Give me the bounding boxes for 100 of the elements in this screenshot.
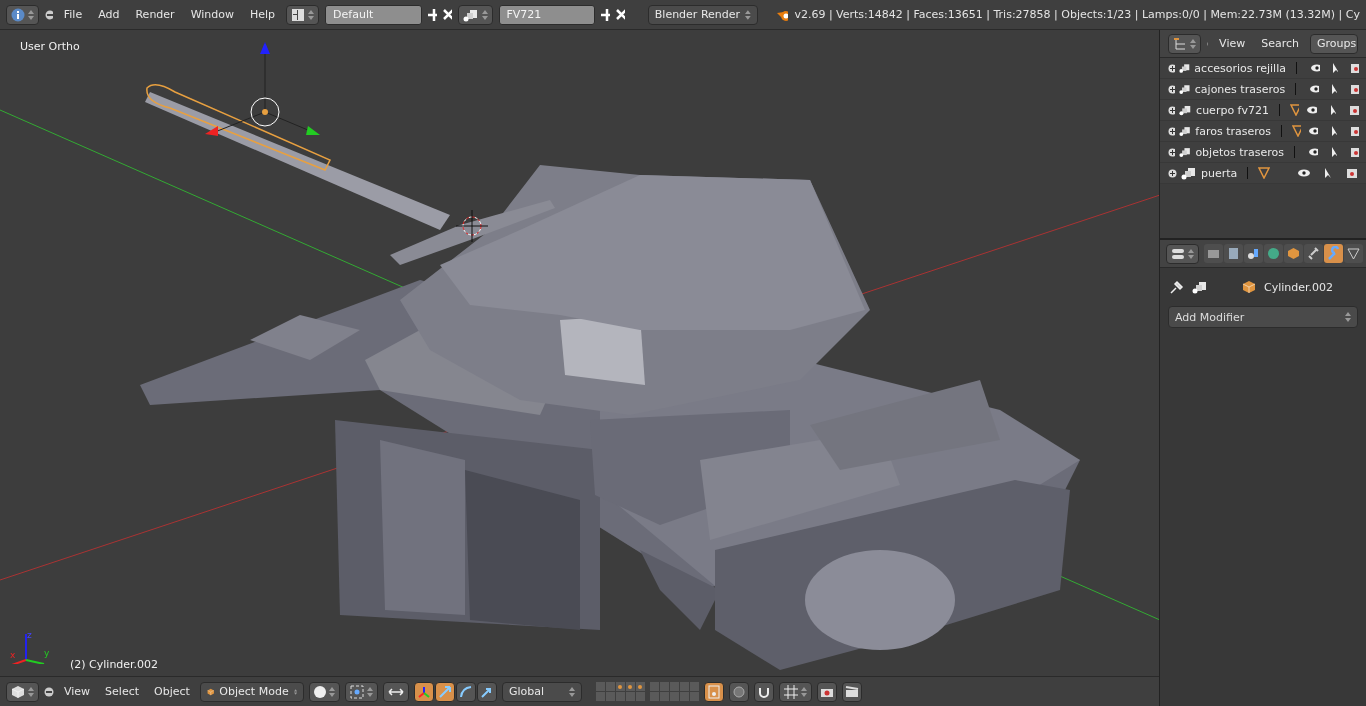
menu-item[interactable]: Select <box>100 685 145 698</box>
manipulate-center-button[interactable] <box>382 681 409 702</box>
menu-item[interactable]: Add <box>93 8 125 21</box>
cursor-icon[interactable] <box>1330 125 1337 137</box>
layer-toggle[interactable] <box>659 682 669 691</box>
render-image-button[interactable] <box>816 681 837 702</box>
object-group-icon <box>1179 103 1193 117</box>
properties-tab[interactable] <box>1284 244 1303 263</box>
proportional-edit-button[interactable] <box>728 681 749 702</box>
properties-tab[interactable] <box>1264 244 1283 263</box>
mesh-triangle-icon <box>1258 167 1271 179</box>
layer-toggle[interactable] <box>659 692 669 701</box>
properties-tab[interactable] <box>1224 244 1243 263</box>
layer-toggle[interactable] <box>649 682 659 691</box>
manipulator-toggle[interactable] <box>413 681 434 702</box>
object-group-icon <box>1181 166 1197 180</box>
editor-type-button[interactable] <box>6 681 39 702</box>
render-engine-dropdown[interactable]: Blender Render <box>647 4 758 25</box>
menu-item[interactable]: View <box>59 685 96 698</box>
menu-item[interactable]: Search <box>1256 37 1304 50</box>
eye-icon[interactable] <box>1298 169 1310 177</box>
camera-icon[interactable] <box>1350 62 1360 74</box>
updown-arrows-icon <box>745 8 751 21</box>
layer-toggle[interactable] <box>649 692 659 701</box>
layer-toggle[interactable] <box>689 682 699 691</box>
properties-icon <box>1171 247 1185 260</box>
expand-icon[interactable] <box>1168 168 1177 178</box>
tab-icon <box>1226 246 1241 261</box>
properties-tab[interactable] <box>1344 244 1363 263</box>
properties-tab[interactable] <box>1304 244 1323 263</box>
object-group-icon <box>1192 280 1208 294</box>
properties-tab[interactable] <box>1244 244 1263 263</box>
3d-viewport[interactable]: User Ortho z x y (2) Cylinder.002 <box>0 30 1159 676</box>
layer-toggle[interactable] <box>635 692 645 701</box>
layer-toggle[interactable] <box>669 682 679 691</box>
layer-toggle[interactable] <box>679 692 689 701</box>
manipulator-toggle[interactable] <box>434 681 455 702</box>
add-icon[interactable] <box>427 8 437 21</box>
double-arrow-icon <box>387 685 404 698</box>
camera-icon[interactable] <box>1349 125 1359 137</box>
expand-icon[interactable] <box>1168 84 1175 94</box>
display-mode-dropdown[interactable]: Groups <box>1310 33 1358 54</box>
expand-icon[interactable] <box>1168 105 1176 115</box>
editor-type-button[interactable] <box>6 4 39 25</box>
orientation-dropdown[interactable]: Global <box>501 681 582 702</box>
layer-toggle[interactable] <box>625 682 635 691</box>
menu-item[interactable]: View <box>1214 37 1251 50</box>
camera-icon[interactable] <box>1346 167 1358 179</box>
editor-type-button[interactable] <box>1166 243 1199 264</box>
eye-icon[interactable] <box>1307 106 1318 114</box>
lock-layers-button[interactable] <box>703 681 724 702</box>
layer-toggle[interactable] <box>595 682 605 691</box>
menu-item[interactable]: Help <box>245 8 281 21</box>
layer-toggle[interactable] <box>605 692 615 701</box>
layer-toggle[interactable] <box>625 692 635 701</box>
layer-toggle[interactable] <box>595 692 605 701</box>
add-modifier-dropdown[interactable]: Add Modifier <box>1168 306 1358 328</box>
cursor-icon[interactable] <box>1324 167 1332 179</box>
eye-icon[interactable] <box>1309 85 1319 93</box>
menu-item[interactable]: Object <box>149 685 195 698</box>
snap-element-button[interactable] <box>778 681 812 702</box>
expand-icon[interactable] <box>1168 147 1175 157</box>
layer-toggle[interactable] <box>669 692 679 701</box>
add-icon[interactable] <box>601 8 611 21</box>
eye-icon[interactable] <box>1310 64 1320 72</box>
camera-icon[interactable] <box>1349 104 1359 116</box>
pivot-button[interactable] <box>344 681 378 702</box>
layer-toggle[interactable] <box>689 692 699 701</box>
camera-icon[interactable] <box>1349 146 1359 158</box>
mode-dropdown[interactable]: Object Mode <box>199 681 304 702</box>
expand-icon[interactable] <box>1168 126 1175 136</box>
snap-button[interactable] <box>753 681 774 702</box>
eye-icon[interactable] <box>1308 127 1319 135</box>
layer-toggle[interactable] <box>605 682 615 691</box>
layer-toggle[interactable] <box>679 682 689 691</box>
render-animation-button[interactable] <box>841 681 862 702</box>
menu-item[interactable]: Render <box>130 8 180 21</box>
layer-toggle[interactable] <box>615 682 625 691</box>
layer-toggle[interactable] <box>635 682 645 691</box>
cursor-icon[interactable] <box>1331 62 1338 74</box>
camera-icon[interactable] <box>1349 83 1359 95</box>
layer-buttons[interactable] <box>595 682 645 701</box>
expand-icon[interactable] <box>1168 63 1175 73</box>
properties-tab[interactable] <box>1204 244 1223 263</box>
manipulator-toggle[interactable] <box>455 681 476 702</box>
close-icon[interactable] <box>443 9 452 20</box>
cursor-icon[interactable] <box>1329 104 1337 116</box>
manipulator-toggle[interactable] <box>476 681 497 702</box>
menu-item[interactable]: Window <box>185 8 239 21</box>
cursor-icon[interactable] <box>1331 83 1338 95</box>
cursor-icon[interactable] <box>1330 146 1337 158</box>
editor-type-button[interactable] <box>1168 33 1201 54</box>
menu-item[interactable]: File <box>58 8 88 21</box>
scene-button[interactable] <box>457 4 493 25</box>
shading-button[interactable] <box>308 681 340 702</box>
close-icon[interactable] <box>616 9 625 20</box>
screen-layout-button[interactable] <box>286 4 320 25</box>
layer-toggle[interactable] <box>615 692 625 701</box>
eye-icon[interactable] <box>1308 148 1319 156</box>
object-group-icon <box>1178 124 1192 138</box>
